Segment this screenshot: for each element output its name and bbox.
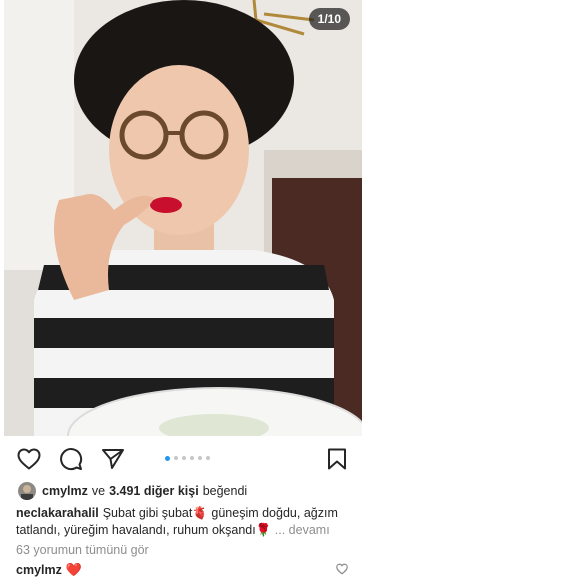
- carousel-dot: [165, 455, 170, 461]
- avatar[interactable]: [18, 482, 36, 500]
- photo-illustration: [4, 0, 362, 436]
- likes-user[interactable]: cmylmz: [42, 484, 88, 498]
- caption-more-link[interactable]: ... devamı: [275, 523, 330, 537]
- carousel-dot: [190, 456, 194, 460]
- likes-suffix: beğendi: [202, 484, 248, 498]
- small-heart-icon[interactable]: [336, 562, 348, 575]
- carousel-dot: [206, 456, 210, 460]
- comment-username[interactable]: cmylmz: [16, 563, 62, 577]
- carousel-dot: [174, 456, 178, 460]
- carousel-indicator: [165, 455, 210, 462]
- caption-username[interactable]: neclakarahalil: [16, 506, 99, 520]
- paper-plane-icon[interactable]: [100, 446, 126, 472]
- likes-count[interactable]: 3.491 diğer kişi: [109, 484, 199, 498]
- view-all-comments-link[interactable]: 63 yorumun tümünü gör: [16, 543, 149, 557]
- likes-connector: ve: [91, 484, 106, 498]
- comment-text: ❤️: [65, 562, 83, 577]
- carousel-dot: [182, 456, 186, 460]
- heart-outline-icon[interactable]: [16, 446, 42, 472]
- carousel-dot: [198, 456, 202, 460]
- slide-counter-badge: 1/10: [308, 8, 350, 30]
- likes-summary[interactable]: cmylmz ve 3.491 diğer kişi beğendi: [18, 481, 247, 501]
- bookmark-icon[interactable]: [324, 446, 350, 472]
- speech-bubble-icon[interactable]: [58, 446, 84, 472]
- comment-row: cmylmz ❤️: [16, 562, 82, 578]
- post-action-bar: [4, 436, 362, 480]
- post-caption: neclakarahalil Şubat gibi şubat🫀 güneşim …: [16, 505, 351, 539]
- post-photo[interactable]: 1/10: [4, 0, 362, 436]
